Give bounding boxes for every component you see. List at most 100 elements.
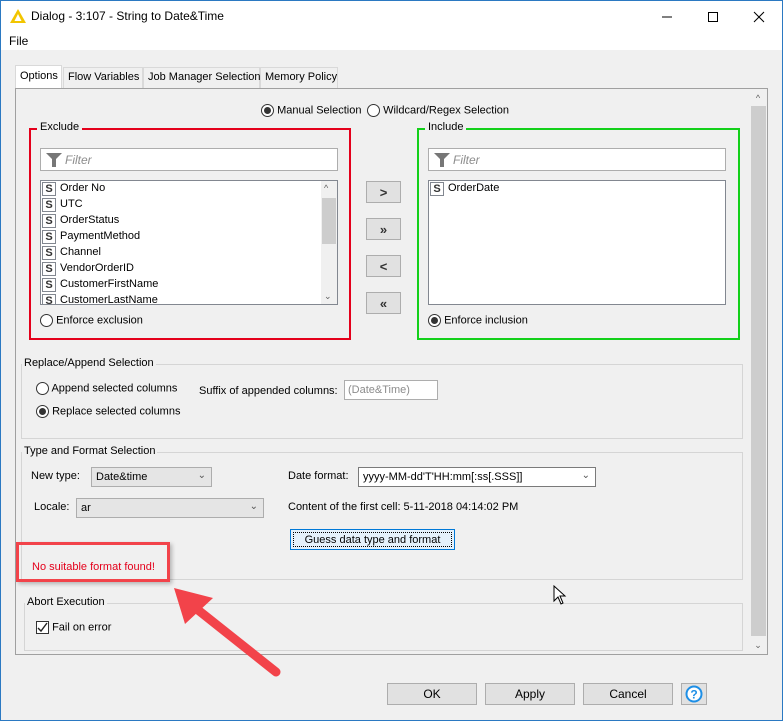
radio-label: Wildcard/Regex Selection [383,104,510,117]
mouse-cursor-icon [553,585,567,605]
remove-button[interactable]: < [366,255,401,277]
list-item[interactable]: S Order No [41,181,337,197]
filter-icon [46,153,62,167]
button-label: OK [423,687,441,701]
type-format-title: Type and Format Selection [22,445,158,457]
list-item[interactable]: S UTC [41,197,337,213]
new-type-select[interactable]: Date&time ⌄ [91,467,212,487]
add-icon: > [379,184,388,200]
string-type-icon: S [42,278,56,292]
apply-button[interactable]: Apply [485,683,575,705]
tab-options[interactable]: Options [15,65,62,88]
wildcard-regex-selection-radio[interactable]: Wildcard/Regex Selection [367,104,509,117]
radio-label: Append selected columns [51,382,178,395]
radio-indicator [36,382,49,395]
exclude-list[interactable]: S Order No S UTC S OrderStatus S PaymentMethod S… [40,180,338,305]
new-type-label: New type: [31,470,80,482]
filter-placeholder: Filter [453,153,480,167]
first-cell-content: Content of the first cell: 5-11-2018 04:… [288,501,519,513]
radio-label: Enforce inclusion [444,314,528,327]
remove-all-icon: « [379,295,388,311]
tab-flow-variables[interactable]: Flow Variables [63,67,143,88]
focus-ring [293,532,452,547]
string-type-icon: S [42,198,56,212]
enforce-exclusion-radio[interactable]: Enforce exclusion [40,314,143,327]
column-name: PaymentMethod [60,230,141,242]
exclude-filter-input[interactable]: Filter [40,148,338,171]
filter-placeholder: Filter [65,153,92,167]
tab-job-manager-selection[interactable]: Job Manager Selection [143,67,261,88]
list-item[interactable]: S OrderDate [429,181,725,197]
guess-format-button[interactable]: Guess data type and format [290,529,455,550]
column-name: OrderDate [448,182,500,194]
manual-selection-radio[interactable]: Manual Selection [261,104,361,117]
minimize-button[interactable] [644,1,690,32]
annotation-highlight-box [16,542,170,582]
button-label: Apply [514,687,546,701]
replace-columns-radio[interactable]: Replace selected columns [36,405,180,418]
list-item[interactable]: S VendorOrderID [41,261,337,277]
string-type-icon: S [430,182,444,196]
fail-on-error-checkbox[interactable]: Fail on error [36,621,111,634]
append-columns-radio[interactable]: Append selected columns [36,382,177,395]
list-item[interactable]: S CustomerFirstName [41,277,337,293]
cancel-button[interactable]: Cancel [583,683,673,705]
checkbox-label: Fail on error [52,621,112,634]
enforce-inclusion-radio[interactable]: Enforce inclusion [428,314,528,327]
scroll-down-icon[interactable]: ⌄ [324,291,332,302]
include-group: Include Filter S OrderDate Enforce inclus… [417,121,740,340]
suffix-input[interactable]: (Date&Time) [344,380,438,400]
menu-bar: File [1,32,782,50]
suffix-label: Suffix of appended columns: [199,385,338,397]
remove-all-button[interactable]: « [366,292,401,314]
abort-execution-group: Abort Execution Fail on error [24,596,743,651]
column-name: UTC [60,198,83,210]
knime-warning-icon [10,9,26,23]
maximize-button[interactable] [690,1,736,32]
scroll-thumb[interactable] [322,198,336,244]
dialog-window: Dialog - 3:107 - String to Date&Time Fil… [0,0,783,721]
exclude-list-scrollbar[interactable]: ^ ⌄ [321,181,337,304]
add-button[interactable]: > [366,181,401,203]
menu-file[interactable]: File [9,34,28,48]
list-item[interactable]: S Channel [41,245,337,261]
replace-append-title: Replace/Append Selection [22,357,156,369]
column-name: CustomerFirstName [60,278,159,290]
date-format-combo[interactable]: yyyy-MM-dd'T'HH:mm[:ss[.SSS]] ⌄ [358,467,596,487]
date-format-label: Date format: [288,470,349,482]
abort-title: Abort Execution [25,596,107,608]
options-scrollbar[interactable]: ^ ⌄ [749,89,767,654]
chevron-down-icon: ⌄ [197,470,206,481]
radio-label: Enforce exclusion [56,314,143,327]
help-button[interactable]: ? [681,683,707,705]
tab-memory-policy[interactable]: Memory Policy [260,67,338,88]
scroll-up-icon[interactable]: ^ [749,89,767,106]
button-label: Cancel [609,687,647,701]
close-button[interactable] [736,1,782,32]
radio-indicator [261,104,274,117]
radio-indicator [36,405,49,418]
scroll-thumb[interactable] [751,106,766,636]
add-all-button[interactable]: » [366,218,401,240]
list-item[interactable]: S PaymentMethod [41,229,337,245]
scroll-down-icon[interactable]: ⌄ [749,637,767,654]
title-bar: Dialog - 3:107 - String to Date&Time [1,1,782,32]
include-title: Include [425,121,467,133]
ok-button[interactable]: OK [387,683,477,705]
locale-select[interactable]: ar ⌄ [76,498,264,518]
minimize-icon [662,16,672,17]
list-item[interactable]: S OrderStatus [41,213,337,229]
string-type-icon: S [42,294,56,304]
list-item[interactable]: S CustomerLastName [41,293,337,304]
select-value: ar [81,502,91,514]
chevron-down-icon: ⌄ [581,470,590,481]
filter-icon [434,153,450,167]
chevron-down-icon: ⌄ [249,501,258,512]
column-name: Order No [60,182,106,194]
scroll-up-icon[interactable]: ^ [324,183,328,193]
include-list[interactable]: S OrderDate [428,180,726,305]
add-all-icon: » [379,221,388,237]
include-filter-input[interactable]: Filter [428,148,726,171]
column-name: VendorOrderID [60,262,134,274]
locale-label: Locale: [34,501,70,513]
